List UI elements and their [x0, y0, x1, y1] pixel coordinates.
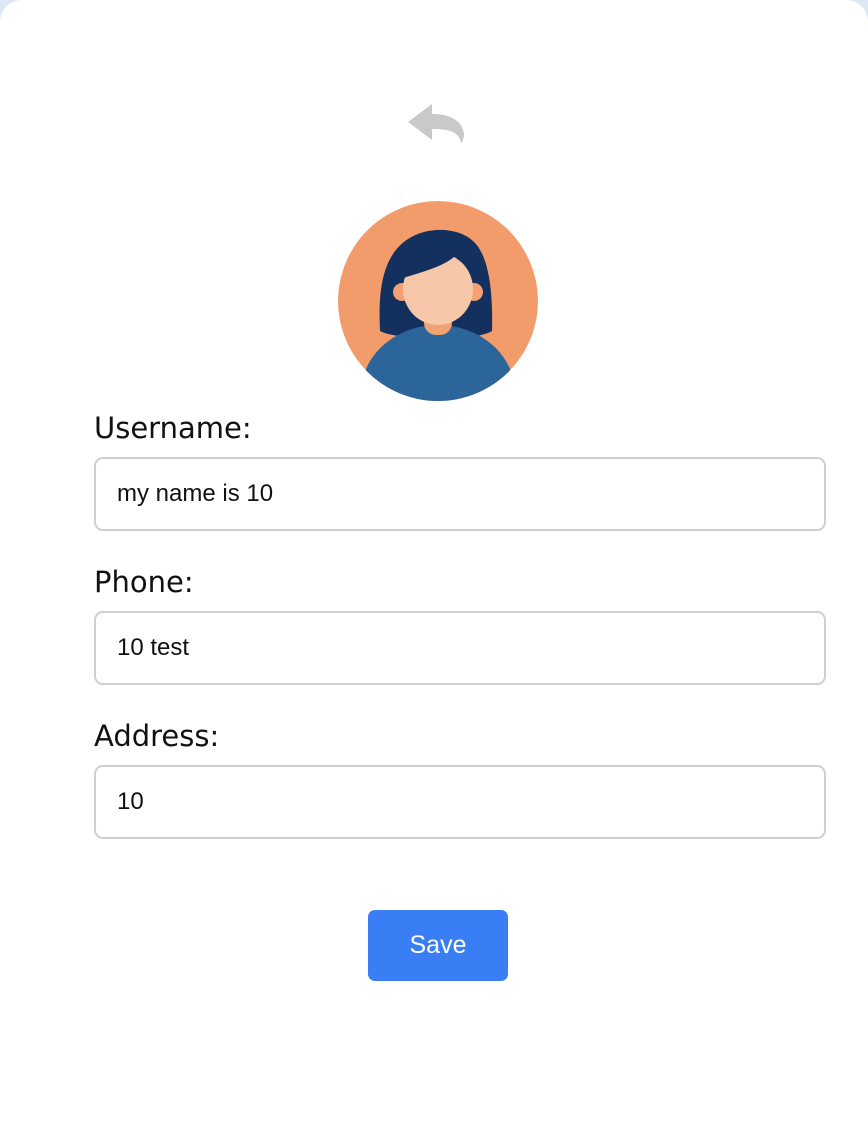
avatar [338, 201, 538, 401]
address-label: Address: [94, 719, 220, 753]
username-label: Username: [94, 411, 252, 445]
profile-edit-card: Username: Phone: Address: Save [0, 0, 868, 1136]
female-user-avatar-icon [338, 201, 538, 401]
save-button[interactable]: Save [368, 910, 508, 981]
username-input[interactable] [94, 457, 826, 531]
address-input[interactable] [94, 765, 826, 839]
reply-arrow-icon [408, 104, 464, 143]
phone-input[interactable] [94, 611, 826, 685]
back-button[interactable] [406, 102, 466, 146]
phone-label: Phone: [94, 565, 194, 599]
